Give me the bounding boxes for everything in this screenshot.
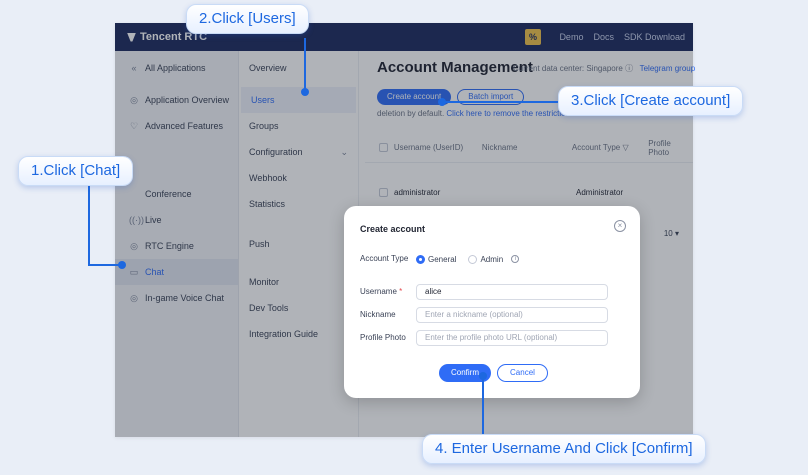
username-row: Username * alice: [360, 284, 608, 300]
create-account-dialog: Create account × Account Type General Ad…: [344, 206, 640, 398]
callout-dot-chat: [118, 261, 126, 269]
cancel-button[interactable]: Cancel: [497, 364, 548, 382]
nickname-row: Nickname Enter a nickname (optional): [360, 307, 608, 323]
step-1-callout: 1.Click [Chat]: [18, 156, 134, 186]
info-icon[interactable]: i: [511, 255, 520, 263]
profile-photo-input[interactable]: Enter the profile photo URL (optional): [416, 330, 608, 346]
callout-line-users: [304, 38, 306, 92]
callout-dot-create: [438, 98, 446, 106]
profile-photo-label: Profile Photo: [360, 333, 406, 342]
dialog-title: Create account: [360, 224, 426, 234]
step-3-callout: 3.Click [Create account]: [558, 86, 744, 116]
callout-line-confirm: [482, 376, 484, 438]
callout-dot-confirm: [479, 372, 487, 380]
radio-general[interactable]: General: [416, 254, 456, 264]
callout-line-create: [442, 101, 560, 103]
callout-line-chat-v: [88, 184, 90, 266]
username-input[interactable]: alice: [416, 284, 608, 300]
close-icon[interactable]: ×: [614, 220, 626, 232]
radio-admin[interactable]: Admin i: [468, 254, 520, 264]
step-2-callout: 2.Click [Users]: [186, 4, 309, 34]
account-type-row: Account Type General Admin i: [360, 254, 531, 264]
dialog-actions: Confirm Cancel: [439, 364, 548, 382]
account-type-label: Account Type: [360, 254, 409, 263]
username-label: Username: [360, 287, 397, 296]
callout-line-chat-h: [88, 264, 122, 266]
profile-photo-row: Profile Photo Enter the profile photo UR…: [360, 330, 608, 346]
nickname-label: Nickname: [360, 310, 396, 319]
required-mark: *: [399, 287, 403, 296]
radio-unselected-icon: [468, 254, 478, 264]
step-4-callout: 4. Enter Username And Click [Confirm]: [422, 434, 706, 464]
radio-selected-icon: [416, 254, 425, 264]
nickname-input[interactable]: Enter a nickname (optional): [416, 307, 608, 323]
callout-dot-users: [301, 88, 309, 96]
